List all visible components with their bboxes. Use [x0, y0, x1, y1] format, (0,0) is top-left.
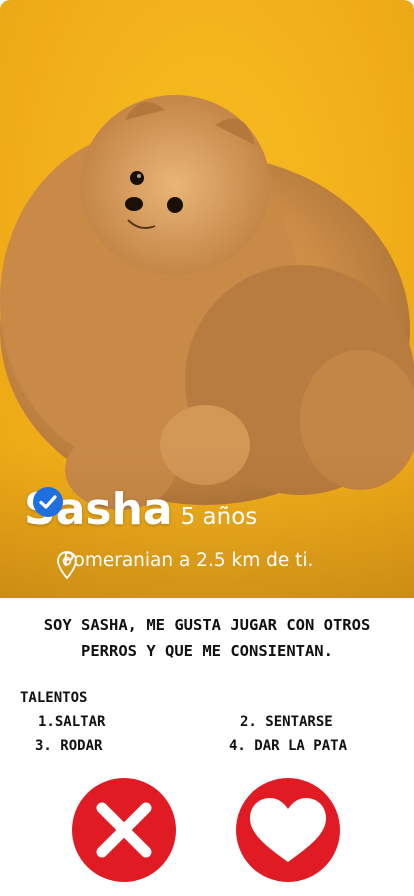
verified-check-icon — [33, 487, 63, 517]
profile-photo: Sasha 5 años Pomeranian a 2.5 km de ti. — [0, 0, 414, 598]
profile-name-row: Sasha 5 años — [24, 486, 257, 534]
talent-item: 4. DAR LA PATA — [229, 738, 348, 754]
profile-age: 5 años — [180, 504, 258, 530]
talent-item: 3. RODAR — [35, 738, 103, 754]
like-button[interactable] — [236, 778, 340, 882]
bio-line-1: SOY SASHA, ME GUSTA JUGAR CON OTROS — [43, 616, 371, 634]
x-icon — [96, 802, 152, 858]
location-pin-icon — [57, 551, 77, 580]
talent-item: 1.SALTAR — [38, 714, 106, 730]
profile-location: Pomeranian a 2.5 km de ti. — [63, 550, 314, 571]
heart-icon — [250, 798, 326, 862]
talents-title: TALENTOS — [20, 690, 88, 706]
talent-item: 2. SENTARSE — [240, 714, 333, 730]
bio-line-2: PERROS Y QUE ME CONSIENTAN. — [81, 642, 333, 660]
reject-button[interactable] — [72, 778, 176, 882]
profile-location-row: Pomeranian a 2.5 km de ti. — [55, 550, 314, 580]
profile-bio: SOY SASHA, ME GUSTA JUGAR CON OTROS PERR… — [0, 612, 414, 664]
